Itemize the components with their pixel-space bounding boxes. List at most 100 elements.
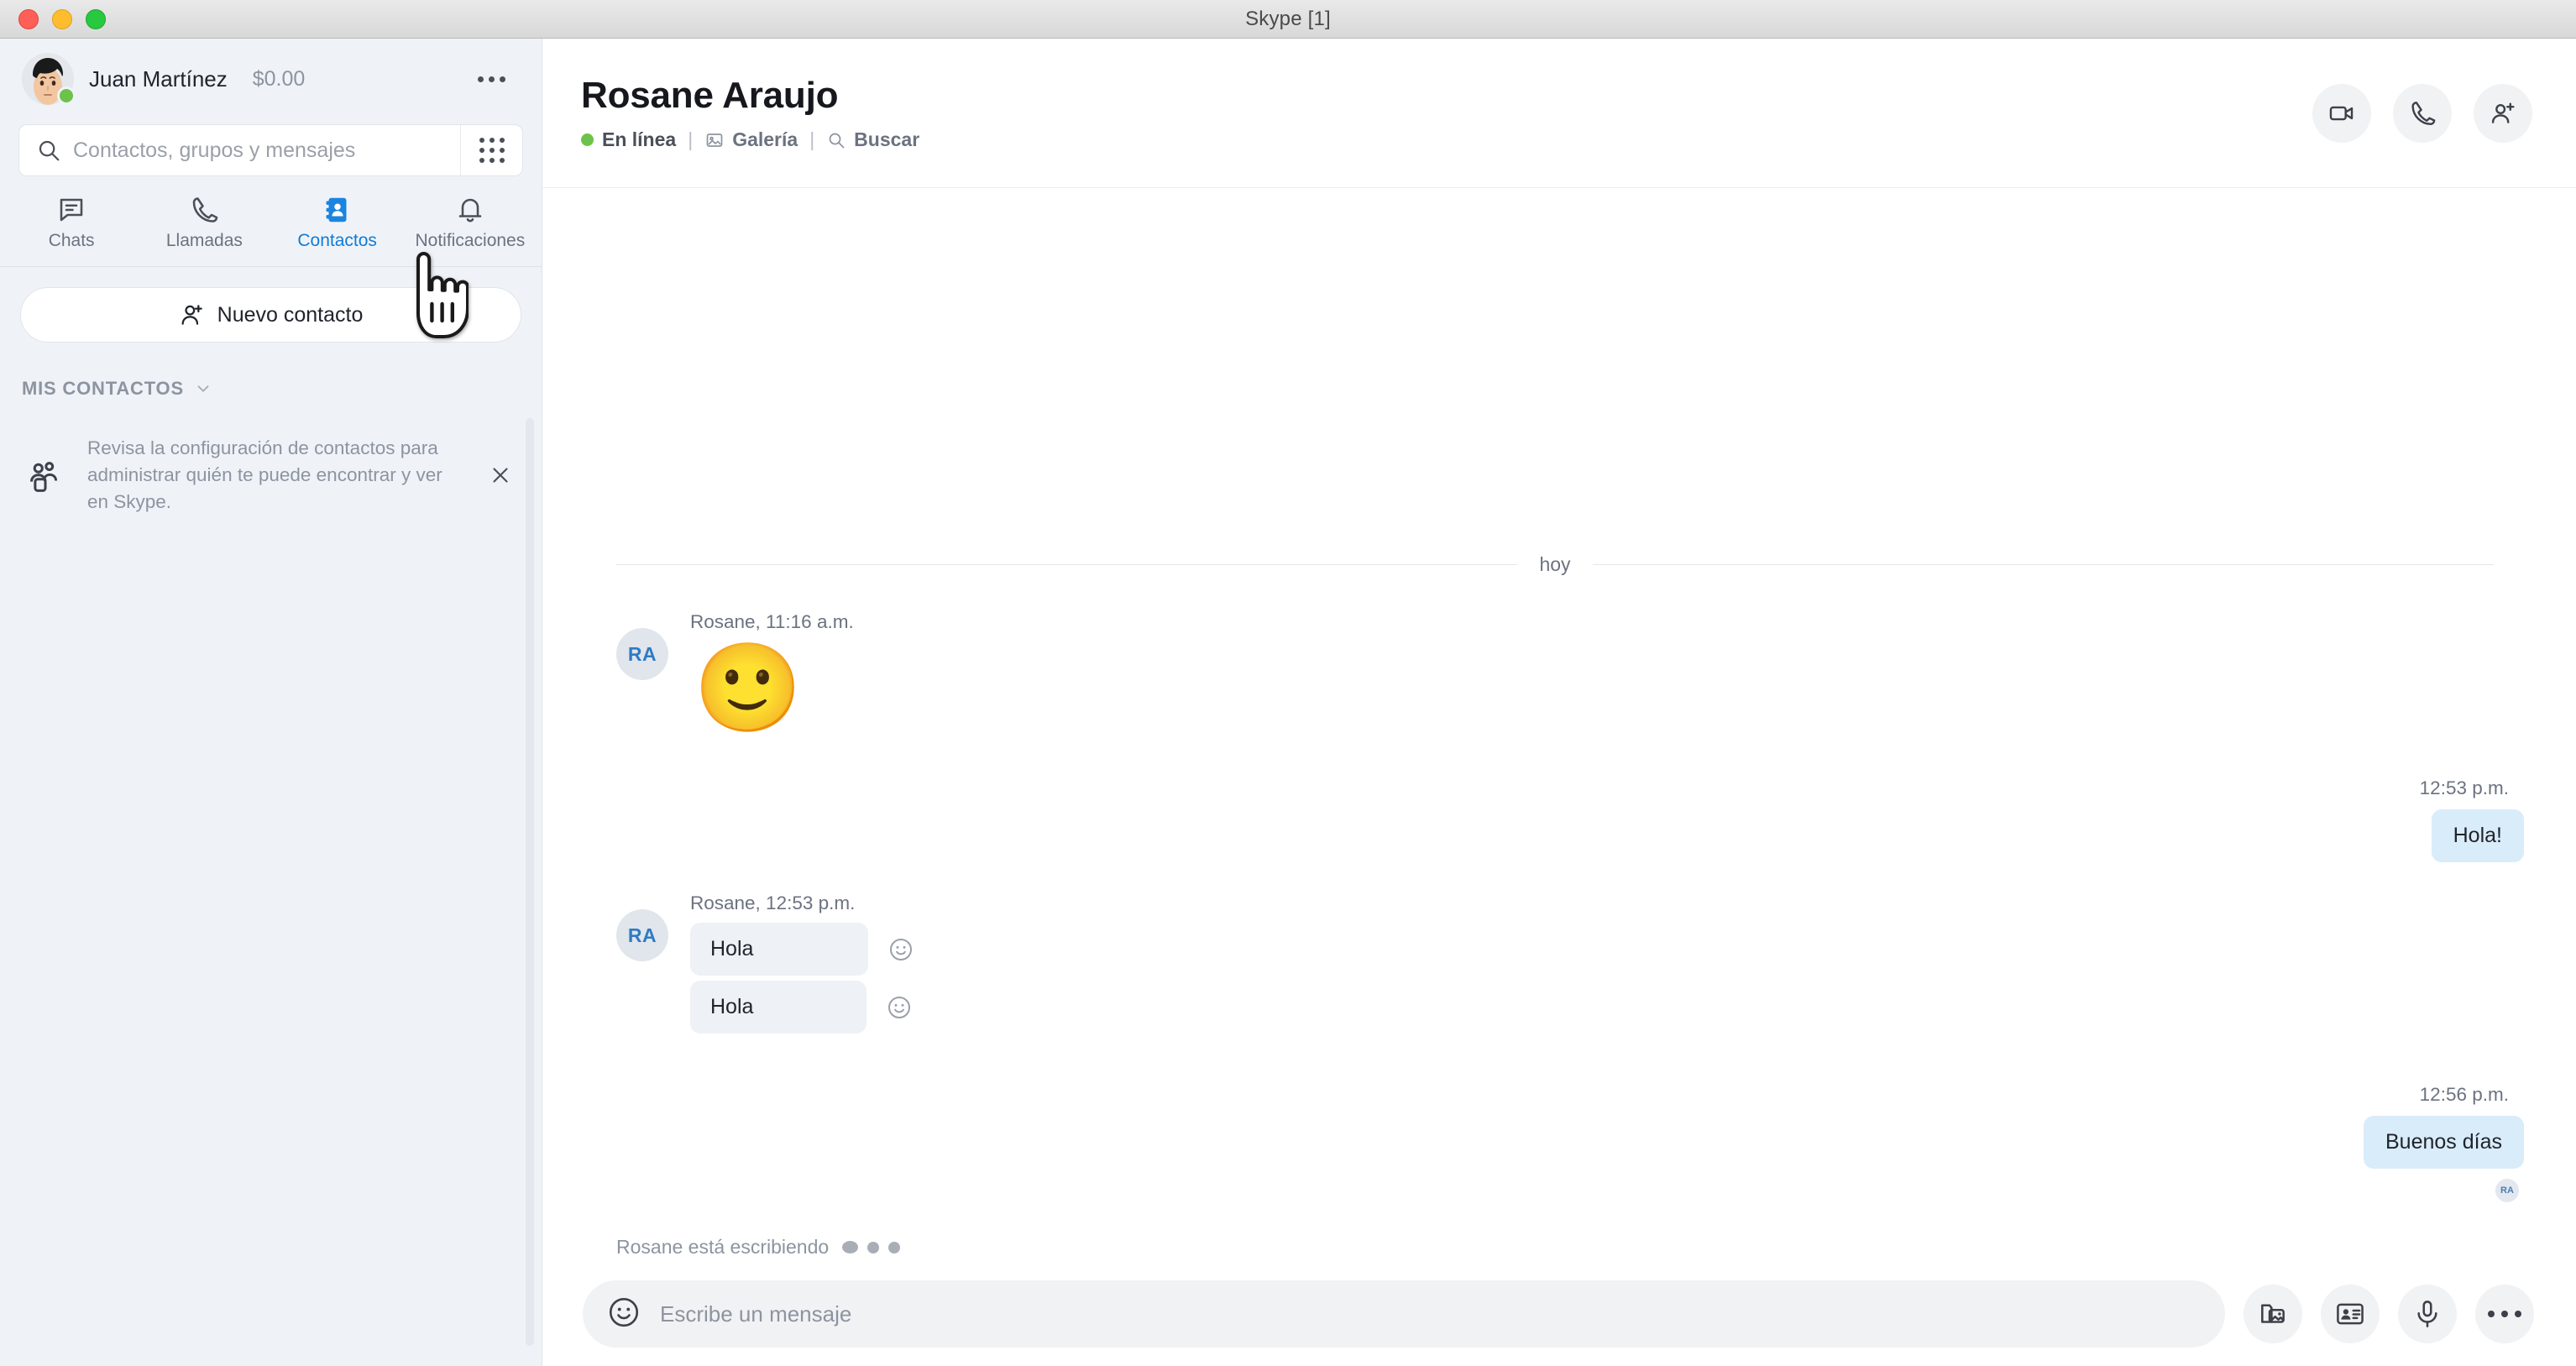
- sidebar-item-llamadas[interactable]: Llamadas: [138, 190, 270, 259]
- close-icon[interactable]: [481, 456, 520, 495]
- section-title: MIS CONTACTOS: [22, 378, 184, 399]
- message-bubble-row: Hola: [690, 923, 915, 976]
- people-group-icon: [22, 453, 69, 497]
- search-label: Buscar: [854, 128, 920, 150]
- sidebar-item-chats[interactable]: Chats: [5, 190, 138, 259]
- sidebar-item-notificaciones[interactable]: Notificaciones: [404, 190, 537, 259]
- more-options-button[interactable]: [2475, 1285, 2534, 1343]
- notice-text: Revisa la configuración de contactos par…: [87, 437, 442, 512]
- chat-header-actions: [2312, 83, 2532, 143]
- typing-indicator: Rosane está escribiendo: [576, 1236, 2534, 1259]
- sidebar-scrollbar[interactable]: [526, 418, 534, 1346]
- microphone-icon: [2417, 1301, 2437, 1327]
- message-row: 12:53 p.m. Hola!: [576, 777, 2534, 862]
- message-meta: Rosane, 11:16 a.m.: [690, 611, 854, 632]
- phone-icon: [2411, 101, 2436, 125]
- smiley-react-icon[interactable]: [885, 993, 914, 1022]
- media-gallery-icon: [2261, 1304, 2285, 1323]
- search-icon: [19, 138, 73, 163]
- message-row: RA Rosane, 12:53 p.m. Hola Hola: [576, 892, 2534, 1039]
- chat-panel: Rosane Araujo En línea | Galería | Busca…: [542, 39, 2576, 1366]
- gallery-link[interactable]: Galería: [704, 128, 798, 151]
- status-badge: En línea: [581, 128, 676, 151]
- message-row: 12:56 p.m. Buenos días RA: [576, 1084, 2534, 1202]
- video-camera-icon: [2329, 106, 2353, 120]
- search-bar[interactable]: [18, 124, 523, 176]
- search-icon: [829, 133, 845, 148]
- add-person-icon: [181, 305, 202, 325]
- contacts-settings-notice: Revisa la configuración de contactos par…: [17, 432, 525, 519]
- my-contacts-section-header[interactable]: MIS CONTACTOS: [0, 343, 542, 400]
- status-text: En línea: [602, 128, 677, 150]
- sidebar: Juan Martínez $0.00 Contactos, grupos y …: [0, 39, 542, 1366]
- profile-credit: $0.00: [252, 66, 306, 91]
- chevron-down-icon: [197, 385, 209, 392]
- add-people-button[interactable]: [2474, 83, 2532, 143]
- avatar[interactable]: [22, 53, 76, 105]
- gallery-icon: [706, 133, 723, 147]
- send-contact-button[interactable]: [2321, 1285, 2380, 1343]
- ellipsis-icon: [2515, 1311, 2521, 1317]
- message-composer: [542, 1280, 2576, 1366]
- divider-rule: [616, 564, 1518, 565]
- divider-rule: [1592, 564, 2494, 565]
- profile-more-button[interactable]: [469, 57, 513, 101]
- search-chat-link[interactable]: Buscar: [826, 128, 919, 151]
- message-bubble[interactable]: Hola: [690, 923, 868, 976]
- record-audio-button[interactable]: [2398, 1285, 2457, 1343]
- phone-icon: [193, 197, 218, 222]
- message-list[interactable]: hoy RA Rosane, 11:16 a.m. 🙂 12:53 p.m. H…: [542, 188, 2576, 1280]
- window-title: Skype [1]: [1245, 7, 1331, 30]
- add-person-icon: [2491, 102, 2515, 123]
- new-contact-label: Nuevo contacto: [217, 302, 364, 327]
- new-contact-button[interactable]: Nuevo contacto: [20, 287, 521, 343]
- attach-media-button[interactable]: [2244, 1285, 2302, 1343]
- contact-card-icon: [2337, 1303, 2364, 1325]
- ellipsis-icon: [2488, 1311, 2495, 1317]
- profile-row[interactable]: Juan Martínez $0.00: [0, 39, 542, 119]
- smiley-react-icon[interactable]: [887, 935, 915, 964]
- message-time: 12:53 p.m.: [2419, 777, 2509, 798]
- smiley-icon[interactable]: [606, 1295, 641, 1334]
- profile-name: Juan Martínez: [89, 65, 228, 92]
- sidebar-item-label: Notificaciones: [415, 231, 526, 250]
- message-time: 12:56 p.m.: [2419, 1084, 2509, 1105]
- video-call-button[interactable]: [2312, 83, 2371, 143]
- chat-icon: [60, 198, 83, 222]
- gallery-label: Galería: [732, 128, 798, 150]
- skype-window: Skype [1] Juan Martínez $0.00 Contactos,…: [0, 0, 2576, 1366]
- message-input[interactable]: [660, 1301, 2202, 1327]
- message-emoji: 🙂: [694, 640, 803, 737]
- presence-online-indicator: [57, 86, 76, 105]
- message-meta: Rosane, 12:53 p.m.: [690, 892, 856, 913]
- ellipsis-icon: [2501, 1311, 2508, 1317]
- composer-input-wrap[interactable]: [583, 1280, 2225, 1348]
- avatar[interactable]: RA: [616, 628, 668, 680]
- sidebar-item-contactos[interactable]: Contactos: [271, 190, 404, 259]
- chat-header: Rosane Araujo En línea | Galería | Busca…: [542, 39, 2576, 188]
- typing-dots-icon: [842, 1241, 901, 1253]
- contacts-book-icon: [326, 197, 347, 222]
- search-input[interactable]: [73, 125, 460, 175]
- day-label: hoy: [1539, 553, 1571, 575]
- page-title: Rosane Araujo: [581, 75, 839, 116]
- message-bubble[interactable]: Hola: [690, 981, 867, 1034]
- sidebar-nav-tabs: Chats Llamadas Contactos Notificaciones: [0, 176, 542, 267]
- message-bubble[interactable]: Buenos días: [2364, 1116, 2524, 1169]
- sidebar-item-label: Llamadas: [165, 231, 243, 250]
- separator: |: [809, 128, 815, 150]
- sidebar-item-label: Chats: [48, 231, 95, 250]
- avatar[interactable]: RA: [616, 909, 668, 961]
- bell-icon: [458, 198, 482, 222]
- voice-call-button[interactable]: [2393, 83, 2452, 143]
- window-titlebar: Skype [1]: [0, 0, 2576, 39]
- online-dot-icon: [581, 133, 594, 146]
- sidebar-item-label: Contactos: [297, 231, 377, 250]
- dialpad-icon[interactable]: [460, 125, 522, 175]
- typing-text: Rosane está escribiendo: [616, 1236, 830, 1258]
- separator: |: [688, 128, 694, 150]
- day-divider: hoy: [616, 553, 2494, 576]
- message-bubble[interactable]: Hola!: [2431, 809, 2524, 862]
- read-receipt-avatar: RA: [2495, 1179, 2519, 1202]
- message-bubble-row: Hola: [690, 981, 915, 1034]
